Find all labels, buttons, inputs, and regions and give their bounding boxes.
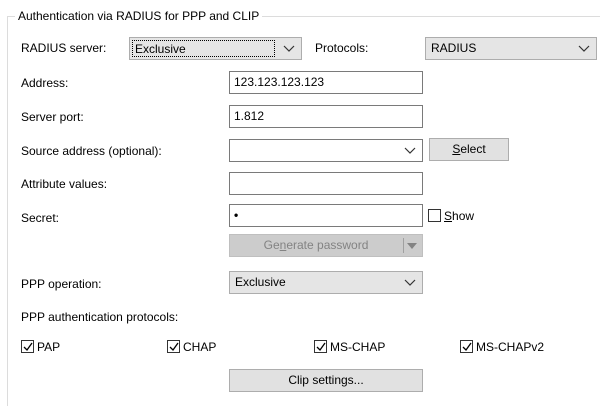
select-button[interactable]: Select bbox=[429, 138, 509, 161]
attribute-values-label: Attribute values: bbox=[21, 177, 108, 191]
chap-label: CHAP bbox=[183, 340, 217, 354]
ms-chap-checkbox[interactable]: MS-CHAP bbox=[314, 339, 385, 355]
group-title: Authentication via RADIUS for PPP and CL… bbox=[15, 9, 263, 23]
address-label: Address: bbox=[21, 76, 69, 90]
secret-input[interactable]: • bbox=[229, 204, 423, 227]
server-port-label: Server port: bbox=[21, 110, 84, 124]
ppp-operation-label: PPP operation: bbox=[21, 277, 102, 291]
ppp-operation-select[interactable]: Exclusive bbox=[229, 271, 423, 294]
ms-chapv2-label: MS-CHAPv2 bbox=[476, 340, 545, 354]
radius-server-select[interactable]: Exclusive bbox=[129, 37, 302, 60]
radius-server-label: RADIUS server: bbox=[21, 41, 107, 55]
generate-label-post: erate password bbox=[286, 238, 369, 252]
generate-password-label: Generate password bbox=[230, 235, 402, 256]
checkbox-box bbox=[167, 340, 180, 353]
checkbox-box bbox=[314, 340, 327, 353]
generate-password-button[interactable]: Generate password bbox=[229, 234, 423, 257]
dropdown-arrow-icon bbox=[405, 235, 419, 256]
protocols-label: Protocols: bbox=[315, 41, 369, 55]
checkbox-box bbox=[428, 209, 441, 222]
address-input[interactable]: 123.123.123.123 bbox=[229, 71, 423, 94]
chevron-down-icon bbox=[402, 272, 418, 293]
chevron-down-icon bbox=[402, 140, 418, 161]
ppp-auth-label: PPP authentication protocols: bbox=[21, 310, 179, 324]
check-icon bbox=[462, 342, 472, 352]
ppp-operation-value: Exclusive bbox=[235, 275, 286, 289]
secret-label: Secret: bbox=[21, 211, 60, 225]
pap-checkbox[interactable]: PAP bbox=[21, 339, 60, 355]
server-port-input[interactable]: 1.812 bbox=[229, 105, 423, 128]
show-secret-checkbox[interactable]: Show bbox=[428, 208, 474, 224]
show-label-accel: S bbox=[444, 209, 453, 223]
protocols-select[interactable]: RADIUS bbox=[425, 37, 597, 60]
check-icon bbox=[23, 342, 33, 352]
ms-chap-label: MS-CHAP bbox=[330, 340, 386, 354]
checkbox-box bbox=[21, 340, 34, 353]
attribute-values-input[interactable] bbox=[229, 172, 423, 195]
show-label-post: how bbox=[452, 209, 475, 223]
chap-checkbox[interactable]: CHAP bbox=[167, 339, 216, 355]
clip-settings-button[interactable]: Clip settings... bbox=[229, 369, 423, 392]
split-separator bbox=[403, 238, 404, 253]
chevron-down-icon bbox=[281, 38, 297, 59]
generate-label-pre: Ge bbox=[263, 238, 280, 252]
radius-server-value: Exclusive bbox=[132, 40, 275, 57]
ms-chapv2-checkbox[interactable]: MS-CHAPv2 bbox=[460, 339, 544, 355]
protocols-value: RADIUS bbox=[431, 41, 477, 55]
source-address-label: Source address (optional): bbox=[21, 144, 162, 158]
checkbox-box bbox=[460, 340, 473, 353]
chevron-down-icon bbox=[576, 38, 592, 59]
check-icon bbox=[169, 342, 179, 352]
check-icon bbox=[316, 342, 326, 352]
select-button-label-post: elect bbox=[460, 142, 486, 156]
pap-label: PAP bbox=[37, 340, 61, 354]
source-address-select[interactable] bbox=[229, 139, 423, 162]
